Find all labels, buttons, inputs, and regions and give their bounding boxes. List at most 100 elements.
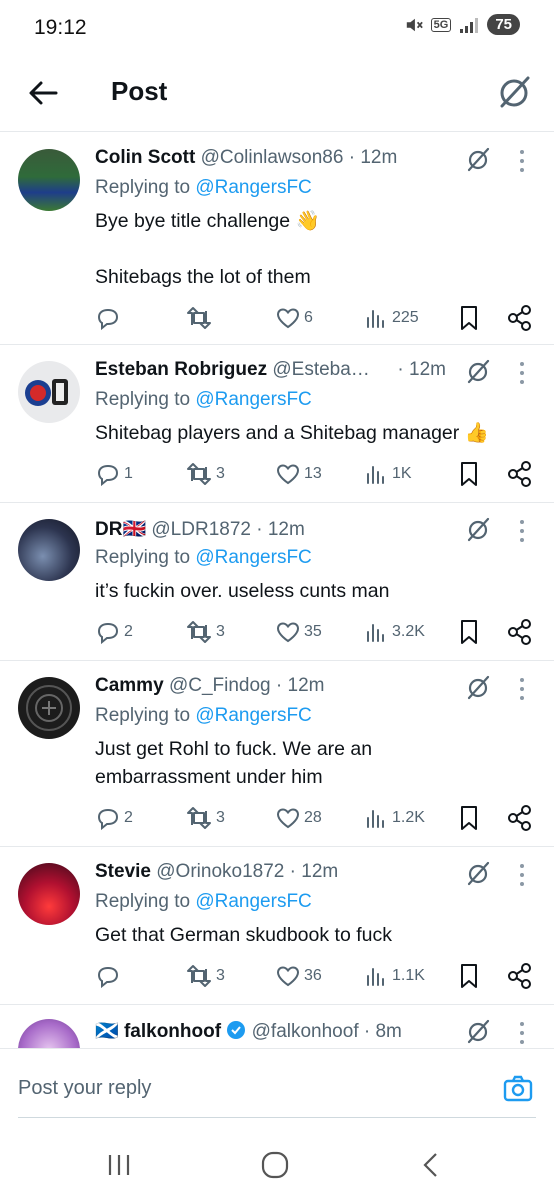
avatar[interactable] <box>18 519 80 581</box>
reply-button[interactable] <box>95 961 124 991</box>
author-name[interactable]: Colin Scott <box>95 147 195 168</box>
like-button[interactable]: 28 <box>275 803 322 833</box>
like-button[interactable]: 6 <box>275 303 313 333</box>
back-arrow-icon[interactable] <box>26 76 60 110</box>
mention-link[interactable]: @RangersFC <box>195 705 311 726</box>
post-actions: 2 3 35 3.2K <box>95 617 534 647</box>
bookmark-icon[interactable] <box>457 617 481 647</box>
status-time: 19:12 <box>34 16 87 39</box>
heart-icon <box>276 622 300 643</box>
views-button[interactable]: 1.1K <box>365 961 425 991</box>
views-icon <box>367 810 384 828</box>
grok-icon[interactable] <box>464 1017 492 1045</box>
views-button[interactable]: 3.2K <box>365 617 425 647</box>
repost-button[interactable]: 3 <box>185 459 225 489</box>
views-button[interactable]: 1K <box>365 459 412 489</box>
reply-button[interactable] <box>95 303 124 333</box>
share-icon[interactable] <box>506 303 534 333</box>
author-name[interactable]: DR🇬🇧 <box>95 519 146 540</box>
post-actions: 6 225 <box>95 303 534 333</box>
reply-post[interactable]: Esteban Robriguez @Esteba… · 12m Replyin… <box>0 345 554 503</box>
avatar[interactable] <box>18 1019 80 1048</box>
post-time: · 12m <box>256 519 305 540</box>
reply-icon <box>97 966 119 989</box>
author-name[interactable]: Esteban Robriguez <box>95 359 267 380</box>
recent-apps-icon[interactable] <box>104 1150 134 1180</box>
post-header: Colin Scott @Colinlawson86 · 12m <box>95 147 462 169</box>
more-options-icon[interactable] <box>512 1019 532 1047</box>
author-name[interactable]: Cammy <box>95 675 164 696</box>
grok-icon[interactable] <box>464 515 492 543</box>
input-underline <box>18 1117 536 1118</box>
like-button[interactable]: 35 <box>275 617 322 647</box>
camera-icon[interactable] <box>502 1073 534 1105</box>
home-icon[interactable] <box>260 1150 290 1180</box>
author-name[interactable]: Stevie <box>95 861 151 882</box>
like-button[interactable]: 36 <box>275 961 322 991</box>
status-icons: 5G 75 <box>405 14 520 35</box>
author-handle[interactable]: @falkonhoof <box>252 1021 359 1042</box>
more-options-icon[interactable] <box>512 359 532 387</box>
share-icon[interactable] <box>506 617 534 647</box>
author-handle[interactable]: @Orinoko1872 <box>156 861 284 882</box>
views-icon <box>367 624 384 642</box>
grok-icon[interactable] <box>464 673 492 701</box>
reply-input[interactable]: Post your reply <box>18 1077 151 1100</box>
reply-post[interactable]: Cammy @C_Findog · 12m Replying to @Range… <box>0 661 554 847</box>
repost-button[interactable]: 3 <box>185 617 225 647</box>
signal-icon <box>460 17 479 33</box>
heart-icon <box>276 464 300 485</box>
reply-post[interactable]: Stevie @Orinoko1872 · 12m Replying to @R… <box>0 847 554 1005</box>
post-time: · 12m <box>289 861 339 882</box>
post-actions: 2 3 28 1.2K <box>95 803 534 833</box>
avatar[interactable] <box>18 361 80 423</box>
grok-icon[interactable] <box>464 145 492 173</box>
replies-feed[interactable]: Colin Scott @Colinlawson86 · 12m Replyin… <box>0 133 554 1048</box>
avatar[interactable] <box>18 677 80 739</box>
repost-button[interactable]: 3 <box>185 803 225 833</box>
more-options-icon[interactable] <box>512 147 532 175</box>
author-name[interactable]: falkonhoof <box>124 1021 221 1042</box>
author-handle[interactable]: @Esteba… <box>272 359 369 380</box>
views-button[interactable]: 1.2K <box>365 803 425 833</box>
like-button[interactable]: 13 <box>275 459 322 489</box>
bookmark-icon[interactable] <box>457 961 481 991</box>
top-app-bar: Post <box>0 56 554 132</box>
repost-button[interactable] <box>185 303 216 333</box>
grok-icon[interactable] <box>464 859 492 887</box>
mention-link[interactable]: @RangersFC <box>195 177 311 198</box>
more-options-icon[interactable] <box>512 517 532 545</box>
post-text: it’s fuckin over. useless cunts man <box>95 580 390 602</box>
repost-button[interactable]: 3 <box>185 961 225 991</box>
reply-post[interactable]: 🏴󠁧󠁢󠁳󠁣󠁴󠁿 falkonhoof @falkonhoof · 8m <box>0 1005 554 1048</box>
mention-link[interactable]: @RangersFC <box>195 547 311 568</box>
mute-icon <box>406 18 423 31</box>
reply-post[interactable]: DR🇬🇧 @LDR1872 · 12m Replying to @Rangers… <box>0 503 554 661</box>
share-icon[interactable] <box>506 459 534 489</box>
author-handle[interactable]: @LDR1872 <box>151 519 251 540</box>
bookmark-icon[interactable] <box>457 803 481 833</box>
reply-button[interactable]: 2 <box>95 803 133 833</box>
avatar[interactable] <box>18 863 80 925</box>
grok-icon[interactable] <box>464 357 492 385</box>
reply-post[interactable]: Colin Scott @Colinlawson86 · 12m Replyin… <box>0 133 554 345</box>
mention-link[interactable]: @RangersFC <box>195 891 311 912</box>
repost-icon <box>187 463 211 485</box>
reply-button[interactable]: 2 <box>95 617 133 647</box>
more-options-icon[interactable] <box>512 861 532 889</box>
post-header: 🏴󠁧󠁢󠁳󠁣󠁴󠁿 falkonhoof @falkonhoof · 8m <box>95 1019 462 1043</box>
bookmark-icon[interactable] <box>457 303 481 333</box>
reply-button[interactable]: 1 <box>95 459 133 489</box>
avatar[interactable] <box>18 149 80 211</box>
bookmark-icon[interactable] <box>457 459 481 489</box>
more-options-icon[interactable] <box>512 675 532 703</box>
post-text: Just get Rohl to fuck. We are an embarra… <box>95 738 373 788</box>
share-icon[interactable] <box>506 803 534 833</box>
author-handle[interactable]: @Colinlawson86 <box>201 147 344 168</box>
back-icon[interactable] <box>416 1150 446 1180</box>
views-button[interactable]: 225 <box>365 303 419 333</box>
grok-icon[interactable] <box>494 72 534 112</box>
author-handle[interactable]: @C_Findog <box>169 675 271 696</box>
share-icon[interactable] <box>506 961 534 991</box>
mention-link[interactable]: @RangersFC <box>195 389 311 410</box>
